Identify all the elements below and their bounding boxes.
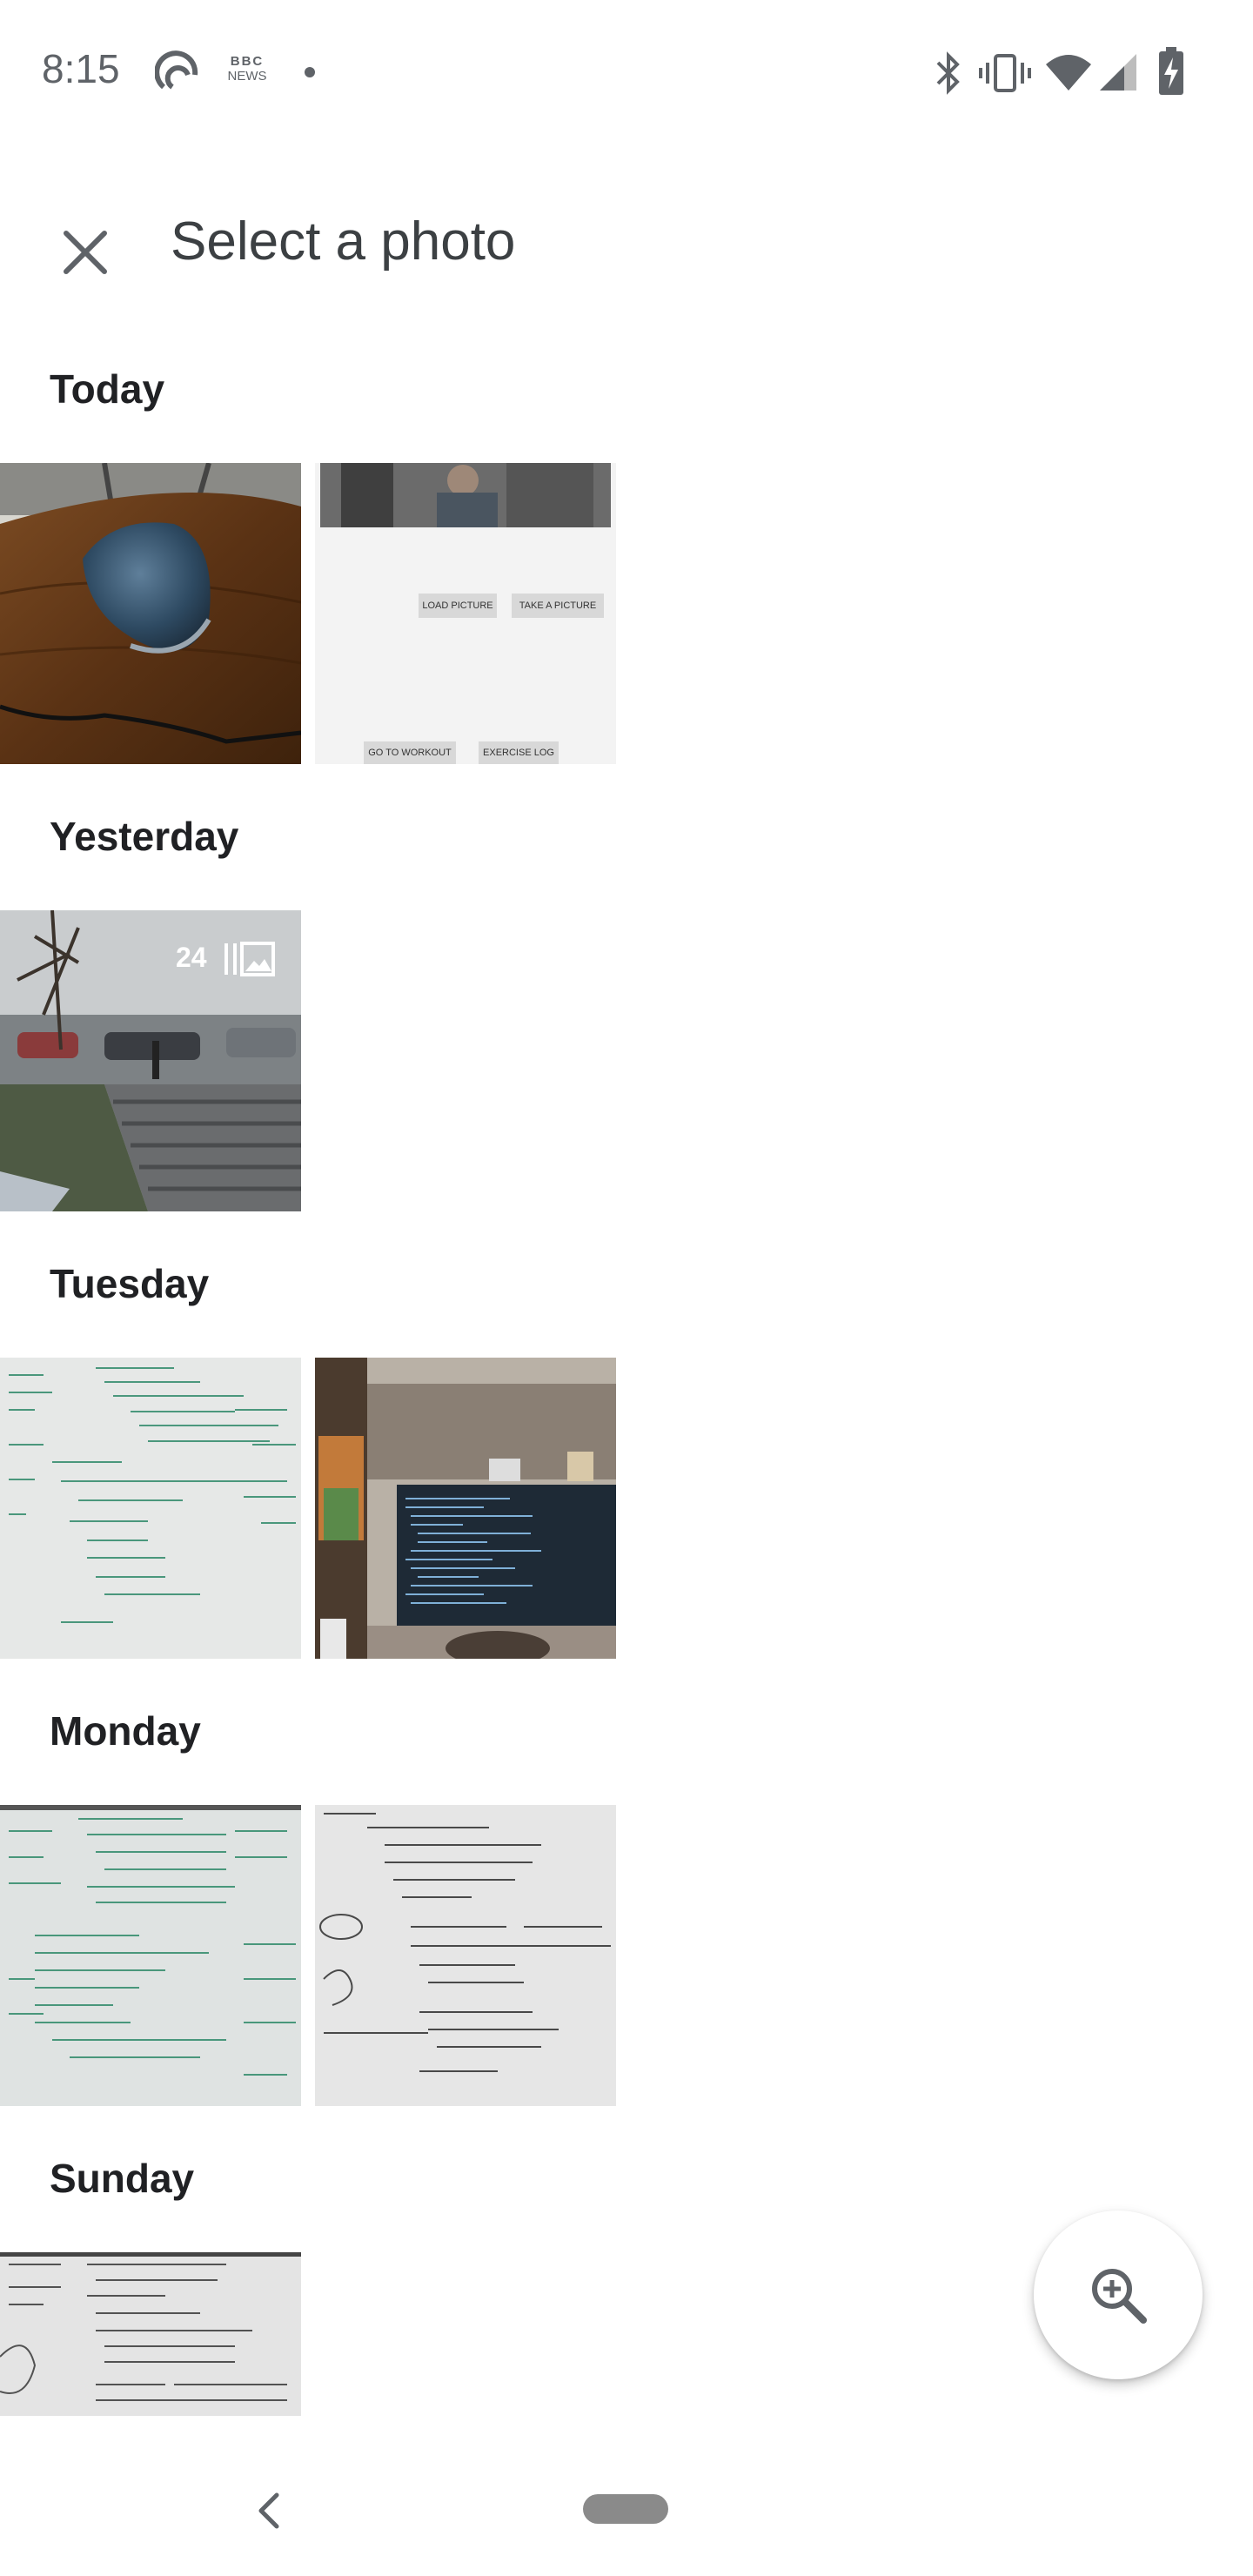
photo-thumbnail-burst[interactable]: 24 <box>0 910 301 1211</box>
section-title-monday: Monday <box>50 1708 201 1754</box>
notification-dot-icon <box>304 66 316 83</box>
vibrate-icon <box>978 50 1032 100</box>
bbc-news-icon: BBC NEWS <box>223 54 271 84</box>
section-title-sunday: Sunday <box>50 2156 195 2201</box>
wifi-icon <box>1044 52 1093 97</box>
section-title-today: Today <box>50 366 165 412</box>
status-bar: 8:15 BBC NEWS <box>0 0 1253 148</box>
app-button-take-picture: TAKE A PICTURE <box>512 594 604 618</box>
battery-charging-icon <box>1157 47 1185 100</box>
photo-thumbnail-whiteboard[interactable] <box>0 2252 301 2416</box>
back-button[interactable] <box>235 2476 305 2546</box>
back-icon <box>251 2488 289 2538</box>
photo-thumbnail-whiteboard[interactable] <box>0 1358 301 1659</box>
navigation-bar <box>0 2437 1253 2576</box>
app-button-go-to-workout: GO TO WORKOUT <box>364 741 456 764</box>
photo-thumbnail-mouse[interactable] <box>0 463 301 764</box>
bluetooth-icon <box>931 50 966 100</box>
zoom-button[interactable] <box>1034 2210 1203 2379</box>
photo-thumbnail-whiteboard[interactable] <box>0 1805 301 2106</box>
page-title: Select a photo <box>171 211 516 272</box>
photo-thumbnail-whiteboard[interactable] <box>315 1805 616 2106</box>
zoom-in-icon <box>1088 2264 1150 2331</box>
cell-signal-icon <box>1098 52 1138 97</box>
burst-photos-icon <box>223 942 277 976</box>
close-icon <box>59 226 111 283</box>
news-badge-line1: BBC <box>230 54 265 69</box>
close-button[interactable] <box>42 209 129 296</box>
section-title-yesterday: Yesterday <box>50 814 239 859</box>
status-time: 8:15 <box>42 46 120 91</box>
home-pill-icon[interactable] <box>583 2494 668 2524</box>
app-button-exercise-log: EXERCISE LOG <box>479 741 559 764</box>
photo-thumbnail-app-screenshot[interactable]: LOAD PICTURE TAKE A PICTURE GO TO WORKOU… <box>315 463 616 764</box>
app-button-load-picture: LOAD PICTURE <box>419 594 497 618</box>
burst-count: 24 <box>176 942 207 973</box>
sync-icon <box>154 49 204 102</box>
app-bar: Select a photo <box>0 165 1253 313</box>
photo-thumbnail-laptop[interactable] <box>315 1358 616 1659</box>
section-title-tuesday: Tuesday <box>50 1261 210 1306</box>
news-badge-line2: NEWS <box>227 69 267 84</box>
